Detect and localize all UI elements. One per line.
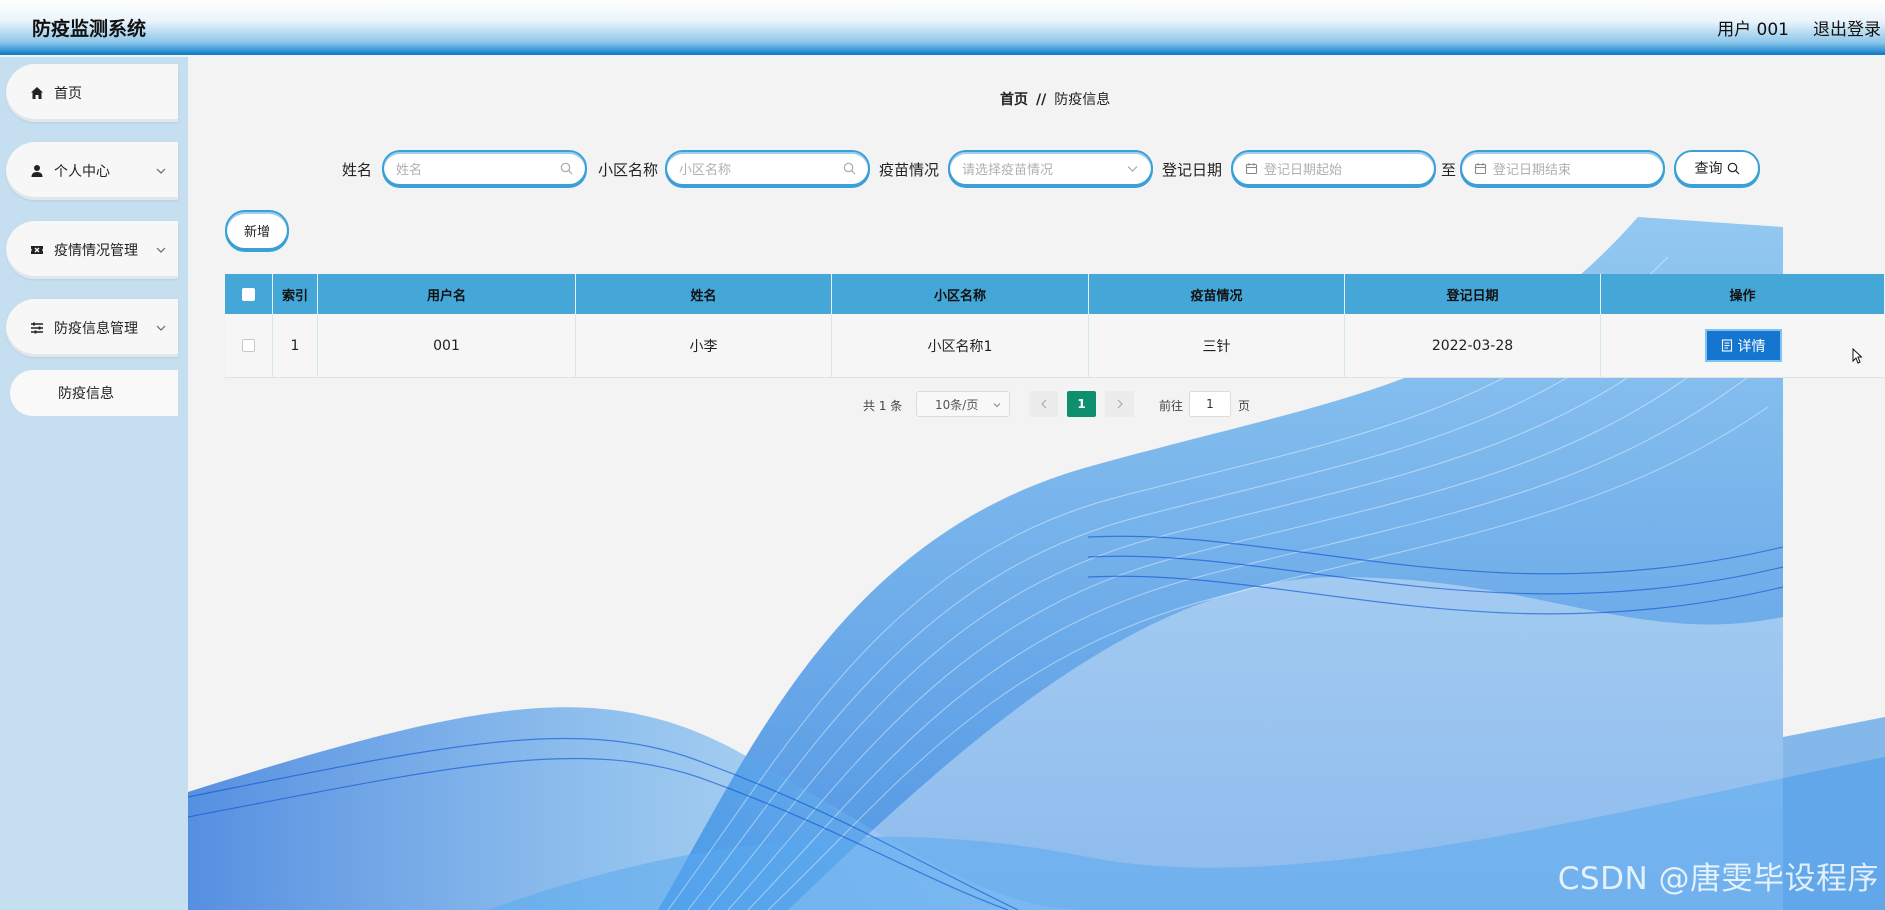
date-end-input[interactable]: 登记日期结束 <box>1460 150 1665 186</box>
row-checkbox[interactable] <box>242 339 255 352</box>
app-title: 防疫监测系统 <box>32 18 147 40</box>
current-user: 用户 001 <box>1717 20 1789 40</box>
header-vaccine: 疫苗情况 <box>1089 274 1345 314</box>
sidebar-item-personal-center[interactable]: 个人中心 <box>6 142 178 200</box>
cell-date: 2022-03-28 <box>1345 314 1601 377</box>
search-icon <box>1727 162 1739 174</box>
date-start-placeholder: 登记日期起始 <box>1264 162 1343 178</box>
date-start-input[interactable]: 登记日期起始 <box>1231 150 1436 186</box>
calendar-icon <box>1245 162 1258 174</box>
sidebar-item-prevention-management[interactable]: 防疫信息管理 <box>6 299 178 357</box>
watermark: CSDN @唐雯毕设程序 <box>1557 861 1879 897</box>
name-label: 姓名 <box>342 161 373 179</box>
select-all-checkbox[interactable] <box>242 287 255 301</box>
header-name: 姓名 <box>576 274 832 314</box>
table-row: 1 001 小李 小区名称1 三针 2022-03-28 详情 <box>225 314 1885 378</box>
data-table: 索引 用户名 姓名 小区名称 疫苗情况 登记日期 操作 1 001 小李 小区名… <box>225 274 1885 378</box>
page-size-select[interactable]: 10条/页 <box>916 391 1010 417</box>
chevron-down-icon <box>156 247 166 253</box>
header-action: 操作 <box>1601 274 1885 314</box>
cell-community: 小区名称1 <box>832 314 1089 377</box>
chevron-right-icon <box>1117 399 1123 409</box>
header-index: 索引 <box>273 274 318 314</box>
name-placeholder: 姓名 <box>396 162 423 178</box>
sidebar-subitem-prevention-info[interactable]: 防疫信息 <box>10 370 178 416</box>
detail-button-label: 详情 <box>1737 338 1766 355</box>
query-button-label: 查询 <box>1694 161 1723 177</box>
cell-vaccine: 三针 <box>1089 314 1345 377</box>
header-username: 用户名 <box>318 274 576 314</box>
date-label: 登记日期 <box>1162 161 1223 179</box>
top-header: 防疫监测系统 用户 001 退出登录 <box>0 0 1885 55</box>
community-placeholder: 小区名称 <box>679 162 732 178</box>
vaccine-placeholder: 请选择疫苗情况 <box>962 162 1054 178</box>
name-search-input[interactable]: 姓名 <box>382 150 587 186</box>
breadcrumb-home[interactable]: 首页 <box>1000 92 1028 108</box>
goto-unit: 页 <box>1238 399 1251 413</box>
cell-index: 1 <box>273 314 318 377</box>
logout-link[interactable]: 退出登录 <box>1813 15 1881 40</box>
page-size-value: 10条/页 <box>935 397 979 412</box>
cell-name: 小李 <box>576 314 832 377</box>
sidebar-item-label: 防疫信息管理 <box>54 321 138 337</box>
date-end-placeholder: 登记日期结束 <box>1493 162 1572 178</box>
breadcrumb-current: 防疫信息 <box>1054 92 1111 108</box>
goto-label: 前往 <box>1159 399 1184 413</box>
sidebar-item-home[interactable]: 首页 <box>6 64 178 122</box>
page-number-current[interactable]: 1 <box>1067 391 1096 417</box>
sidebar: 首页 个人中心 疫情情况管理 防疫信息管理 防疫信息 <box>0 57 188 910</box>
chevron-left-icon <box>1040 399 1046 409</box>
row-select-cell <box>225 314 273 377</box>
search-icon <box>560 162 573 174</box>
cell-action: 详情 <box>1601 314 1885 377</box>
goto-page-input[interactable]: 1 <box>1189 391 1231 417</box>
query-button[interactable]: 查询 <box>1674 150 1760 186</box>
cell-username: 001 <box>318 314 576 377</box>
chevron-down-icon <box>156 325 166 331</box>
search-icon <box>843 162 856 174</box>
community-label: 小区名称 <box>598 161 659 179</box>
header-select-all-cell <box>225 274 273 314</box>
sidebar-subitem-label: 防疫信息 <box>58 386 114 402</box>
main-content: 首页 // 防疫信息 姓名 姓名 小区名称 小区名称 疫苗情况 请选择疫苗情况 登记… <box>188 57 1885 910</box>
vaccine-select[interactable]: 请选择疫苗情况 <box>948 150 1153 186</box>
calendar-icon <box>1474 162 1487 174</box>
pagination-total: 共 1 条 <box>863 399 903 413</box>
table-header: 索引 用户名 姓名 小区名称 疫苗情况 登记日期 操作 <box>225 274 1885 314</box>
detail-button[interactable]: 详情 <box>1704 329 1782 362</box>
breadcrumb-separator: // <box>1036 92 1047 108</box>
date-to-label: 至 <box>1441 161 1457 179</box>
mouse-cursor-icon <box>1852 348 1862 364</box>
chevron-down-icon <box>156 168 166 174</box>
breadcrumb: 首页 // 防疫信息 <box>1000 89 1110 109</box>
ticket-icon <box>31 246 43 254</box>
document-icon <box>1721 339 1732 352</box>
community-search-input[interactable]: 小区名称 <box>665 150 870 186</box>
user-icon <box>31 165 43 177</box>
vaccine-label: 疫苗情况 <box>879 161 940 179</box>
header-date: 登记日期 <box>1345 274 1601 314</box>
header-community: 小区名称 <box>832 274 1089 314</box>
next-page-button[interactable] <box>1105 391 1134 417</box>
chevron-down-icon <box>1127 165 1138 172</box>
sidebar-item-label: 个人中心 <box>54 164 110 180</box>
sidebar-item-label: 疫情情况管理 <box>54 243 138 259</box>
sidebar-item-epidemic-management[interactable]: 疫情情况管理 <box>6 221 178 279</box>
prev-page-button[interactable] <box>1029 391 1058 417</box>
sliders-icon <box>31 322 43 334</box>
chevron-down-icon <box>993 403 1001 408</box>
home-icon <box>31 87 43 99</box>
add-button[interactable]: 新增 <box>225 210 289 250</box>
sidebar-item-label: 首页 <box>54 86 82 102</box>
